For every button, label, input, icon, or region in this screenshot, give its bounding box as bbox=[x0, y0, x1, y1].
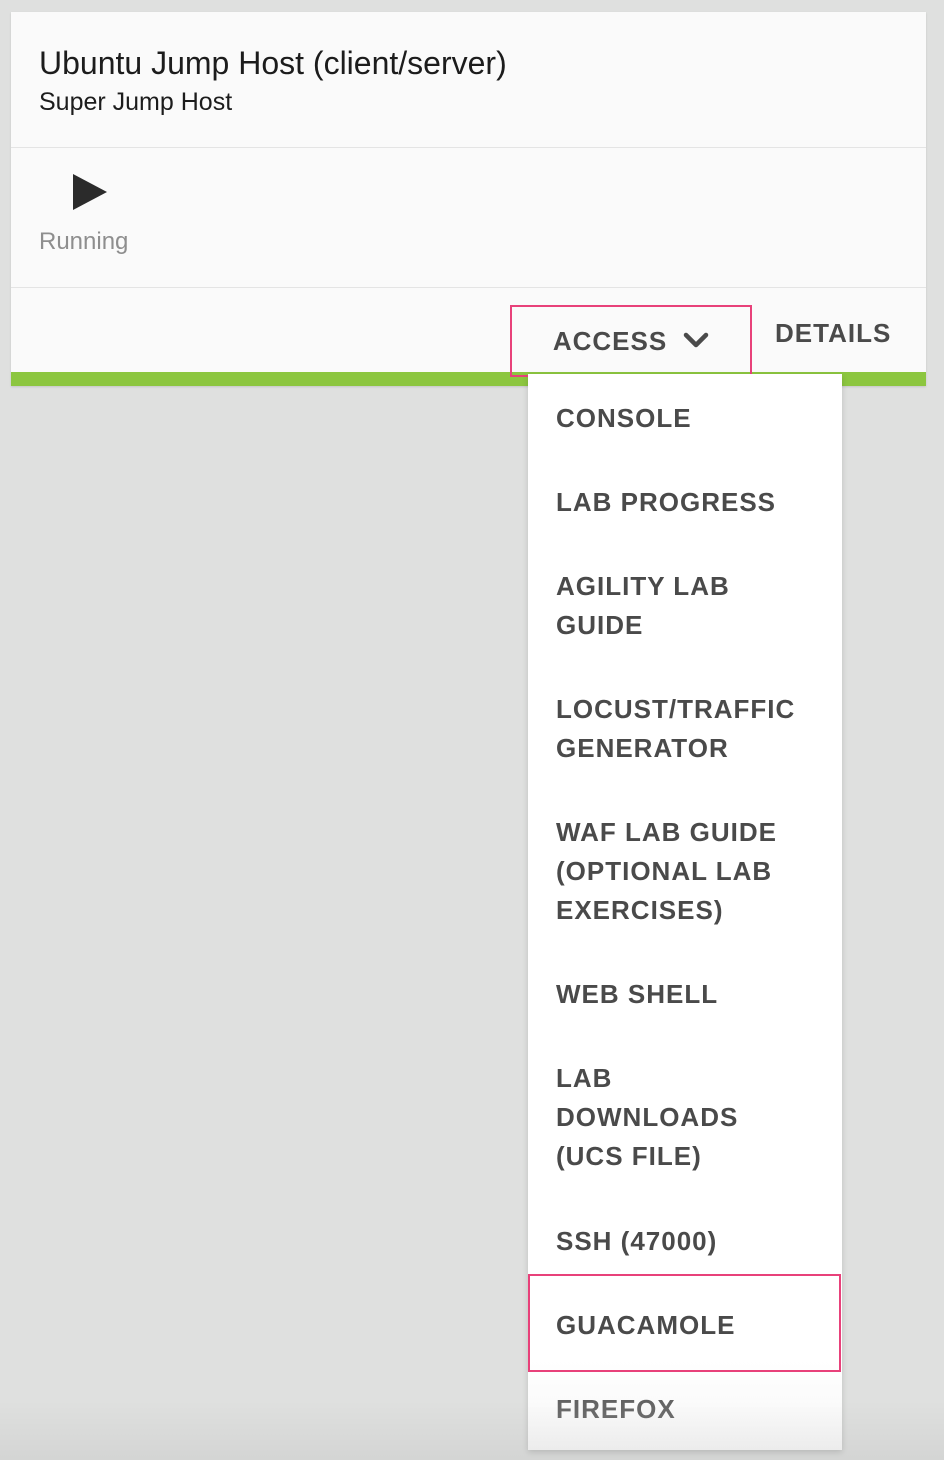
details-button[interactable]: DETAILS bbox=[775, 313, 891, 353]
page: Ubuntu Jump Host (client/server) Super J… bbox=[0, 0, 944, 1460]
status-label: Running bbox=[39, 228, 129, 255]
menu-item-locust-traffic-generator[interactable]: LOCUST/TRAFFIC GENERATOR bbox=[556, 690, 818, 768]
menu-item-firefox[interactable]: FIREFOX bbox=[556, 1390, 836, 1429]
vm-card: Ubuntu Jump Host (client/server) Super J… bbox=[11, 12, 926, 386]
menu-item-waf-lab-guide[interactable]: WAF LAB GUIDE (OPTIONAL LAB EXERCISES) bbox=[556, 813, 802, 930]
menu-item-console[interactable]: CONSOLE bbox=[556, 399, 836, 438]
menu-item-ssh[interactable]: SSH (47000) bbox=[556, 1222, 836, 1261]
access-button[interactable]: ACCESS bbox=[511, 306, 751, 376]
vm-subtitle: Super Jump Host bbox=[39, 88, 233, 116]
vm-title: Ubuntu Jump Host (client/server) bbox=[39, 45, 507, 81]
access-dropdown-menu: CONSOLE LAB PROGRESS AGILITY LAB GUIDE L… bbox=[528, 374, 842, 1450]
status-row: Running bbox=[11, 149, 926, 288]
play-icon bbox=[73, 174, 107, 210]
menu-item-lab-downloads[interactable]: LAB DOWNLOADS (UCS FILE) bbox=[556, 1059, 766, 1176]
chevron-down-icon bbox=[683, 332, 709, 348]
menu-item-guacamole[interactable]: GUACAMOLE bbox=[556, 1306, 836, 1345]
menu-item-web-shell[interactable]: WEB SHELL bbox=[556, 975, 836, 1014]
card-header: Ubuntu Jump Host (client/server) Super J… bbox=[11, 12, 926, 148]
menu-item-lab-progress[interactable]: LAB PROGRESS bbox=[556, 483, 836, 522]
actions-row: ACCESS DETAILS bbox=[11, 289, 926, 372]
access-label: ACCESS bbox=[552, 325, 668, 356]
menu-item-agility-lab-guide[interactable]: AGILITY LAB GUIDE bbox=[556, 567, 756, 645]
